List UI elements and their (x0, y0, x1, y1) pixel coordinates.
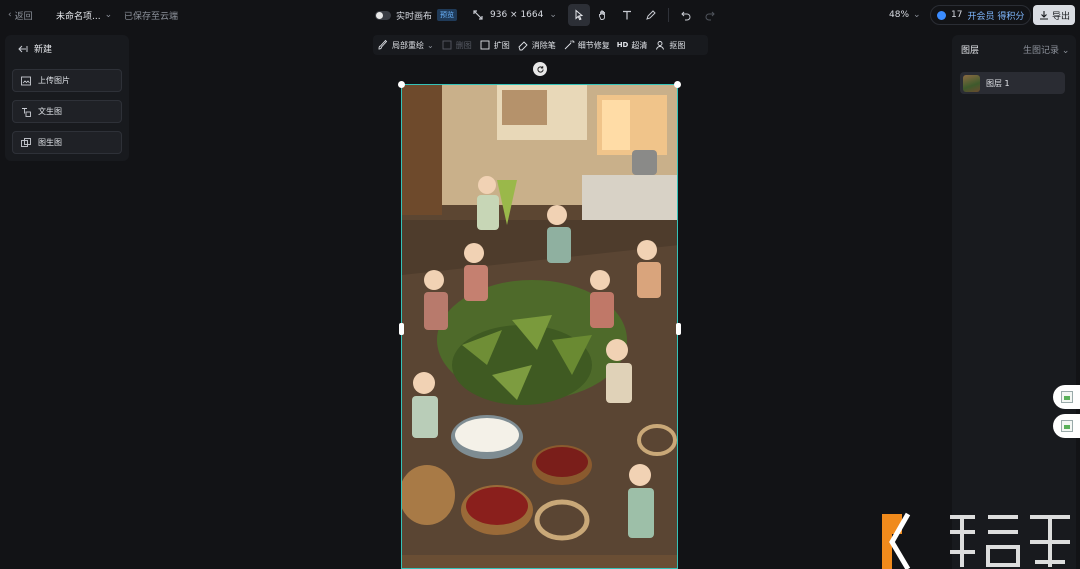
hand-tool[interactable] (592, 4, 614, 26)
float-button-1[interactable] (1053, 385, 1080, 409)
project-title-dropdown[interactable]: 未命名项... ⌄ (56, 0, 112, 30)
export-button[interactable]: 导出 (1033, 5, 1075, 25)
image-to-image-icon (20, 137, 32, 149)
cutout-label: 抠图 (669, 40, 686, 50)
live-canvas-toggle[interactable]: 实时画布 预览 (375, 0, 458, 30)
back-button[interactable]: ‹ 返回 (8, 0, 33, 30)
expand-label: 扩图 (493, 40, 510, 50)
canvas-size-dropdown[interactable]: 936 × 1664 ⌄ (472, 0, 557, 30)
collapse-icon[interactable] (17, 43, 29, 55)
cutout-button[interactable]: 抠图 (654, 39, 685, 51)
export-label: 导出 (1051, 11, 1070, 22)
chevron-down-icon: ⌄ (427, 40, 434, 50)
rotate-icon (536, 65, 545, 74)
expand-icon (479, 39, 491, 51)
resize-handle-left[interactable] (399, 323, 404, 335)
inpaint-label: 局部重绘 (392, 40, 424, 50)
hd-upscale-label: 超清 (631, 40, 648, 50)
credits-count: 17 (951, 10, 963, 20)
dragon-boat-zongzi-illustration (402, 85, 677, 568)
delete-image-label: 删图 (455, 40, 472, 50)
upload-image-icon (20, 75, 32, 87)
layer-item[interactable]: 图层 1 (960, 72, 1065, 94)
chevron-down-icon: ⌄ (104, 10, 113, 20)
back-label: 返回 (14, 11, 33, 22)
layer-label: 图层 1 (986, 78, 1010, 88)
canvas-toolbar: 局部重绘 ⌄ 删图 扩图 消除笔 细节修复 HD 超清 抠图 (373, 35, 708, 55)
resize-handle-right[interactable] (676, 323, 681, 335)
chevron-down-icon: ⌄ (1061, 46, 1070, 56)
float-button-2[interactable] (1053, 414, 1080, 438)
broken-image-icon (1060, 420, 1073, 432)
chevron-down-icon: ⌄ (549, 10, 557, 20)
credit-coin-icon (937, 10, 946, 20)
upload-image-label: 上传图片 (38, 76, 70, 85)
cutout-icon (654, 39, 666, 51)
pen-tool[interactable] (640, 4, 662, 26)
project-title: 未命名项... (56, 11, 101, 22)
download-icon (1038, 9, 1050, 21)
chevron-down-icon: ⌄ (913, 10, 921, 20)
pen-icon (645, 9, 657, 21)
detail-repair-button[interactable]: 细节修复 (563, 39, 610, 51)
undo-icon (680, 9, 692, 21)
divider (668, 8, 669, 22)
preview-badge: 预览 (437, 9, 458, 21)
detail-repair-label: 细节修复 (577, 40, 610, 50)
zoom-level: 48% (889, 10, 910, 20)
resize-handle-top-right[interactable] (674, 81, 681, 88)
brush-icon (377, 39, 389, 51)
toggle-switch[interactable] (375, 10, 391, 20)
inpaint-button[interactable]: 局部重绘 ⌄ (377, 39, 434, 51)
chevron-left-icon: ‹ (8, 10, 12, 20)
eraser-button[interactable]: 消除笔 (517, 39, 556, 51)
layer-thumbnail (963, 74, 980, 92)
text-tool[interactable] (616, 4, 638, 26)
watermark-logo (880, 512, 1080, 569)
resize-icon (472, 9, 484, 21)
panel-heading: 新建 (34, 45, 53, 55)
tab-generation-history[interactable]: 生图记录 ⌄ (1023, 43, 1069, 56)
hand-icon (597, 9, 609, 21)
magic-icon (563, 39, 575, 51)
rotate-handle[interactable] (533, 62, 547, 76)
broken-image-icon (1060, 391, 1073, 403)
top-bar: ‹ 返回 未命名项... ⌄ 已保存至云端 实时画布 预览 936 × 1664… (0, 0, 1080, 30)
saved-status: 已保存至云端 (124, 11, 179, 22)
new-heading: 新建 (17, 42, 52, 55)
redo-icon (704, 9, 716, 21)
hd-upscale-button[interactable]: HD 超清 (617, 40, 648, 51)
membership-link[interactable]: 开会员 得积分 (967, 9, 1024, 22)
image-to-image-label: 图生图 (38, 138, 62, 147)
redo-button[interactable] (699, 4, 721, 26)
eraser-icon (517, 39, 529, 51)
credits-pill[interactable]: 17 开会员 得积分 (930, 5, 1032, 25)
text-to-image-label: 文生图 (38, 107, 62, 116)
resize-handle-top-left[interactable] (398, 81, 405, 88)
select-tool[interactable] (568, 4, 590, 26)
expand-button[interactable]: 扩图 (479, 39, 510, 51)
layers-panel: 图层 生图记录 ⌄ 图层 1 (952, 35, 1076, 569)
eraser-label: 消除笔 (531, 40, 556, 50)
undo-button[interactable] (675, 4, 697, 26)
delete-image-button[interactable]: 删图 (441, 39, 472, 51)
live-canvas-label: 实时画布 (396, 11, 433, 22)
zoom-dropdown[interactable]: 48% ⌄ (889, 0, 921, 30)
hd-icon: HD (616, 41, 629, 49)
cursor-icon (573, 9, 585, 21)
canvas-size: 936 × 1664 (490, 10, 544, 20)
image-to-image-button[interactable]: 图生图 (12, 131, 122, 154)
text-to-image-button[interactable]: 文生图 (12, 100, 122, 123)
delete-image-icon (441, 39, 453, 51)
upload-image-button[interactable]: 上传图片 (12, 69, 122, 92)
text-to-image-icon (20, 106, 32, 118)
text-icon (621, 9, 633, 21)
tab-layers[interactable]: 图层 (961, 43, 979, 56)
tab-history-label: 生图记录 (1023, 46, 1060, 56)
create-panel: 新建 上传图片 文生图 图生图 (5, 35, 129, 161)
canvas-image[interactable] (401, 84, 678, 569)
tool-group (568, 0, 721, 30)
